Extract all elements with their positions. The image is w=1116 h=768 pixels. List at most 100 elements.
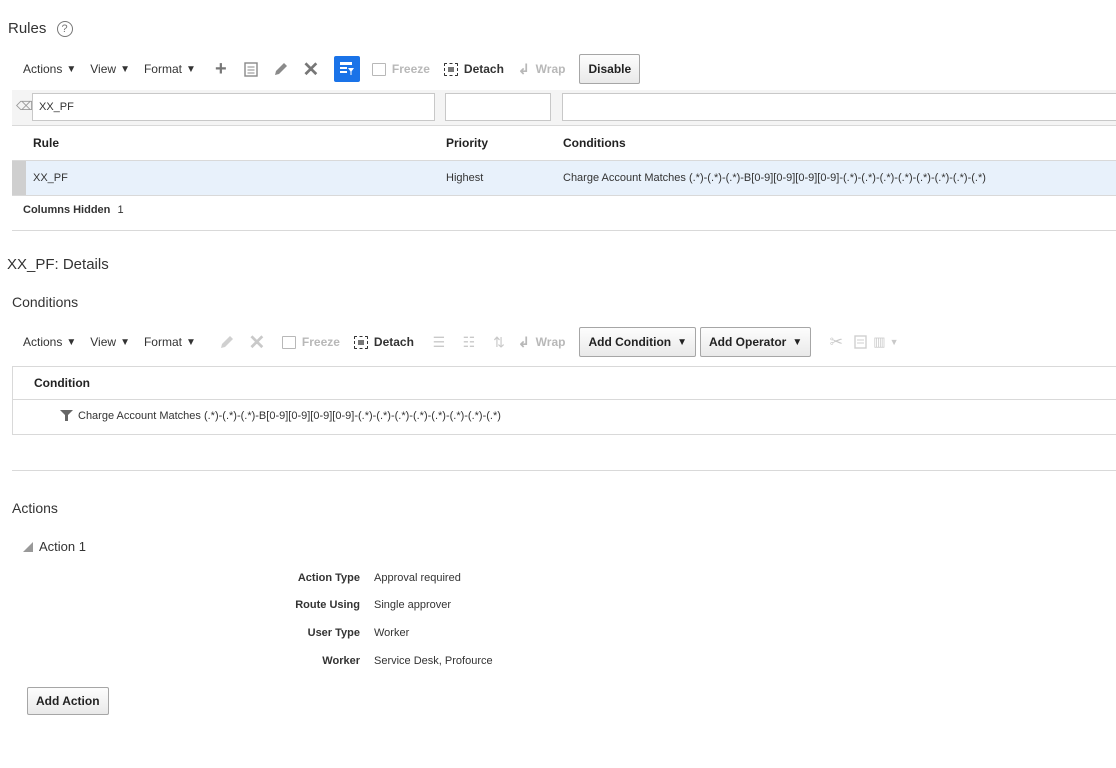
wrap-icon: ↲ <box>517 333 530 350</box>
route-using-value: Single approver <box>374 599 452 611</box>
table-border <box>12 366 13 435</box>
priority-column-header[interactable]: Priority <box>446 136 488 150</box>
indent-icon[interactable]: ☰ <box>428 331 450 353</box>
rule-column-header[interactable]: Rule <box>33 136 59 150</box>
detach-button[interactable]: Detach <box>353 335 414 349</box>
add-operator-label: Add Operator <box>709 335 787 349</box>
delete-icon[interactable]: ✕ <box>300 58 322 81</box>
divider <box>12 195 1116 196</box>
rules-title-text: Rules <box>8 20 47 37</box>
chevron-down-icon: ▼ <box>66 336 77 348</box>
wrap-button[interactable]: ↲ Wrap <box>518 334 566 351</box>
divider <box>12 399 1116 400</box>
freeze-label: Freeze <box>301 335 340 349</box>
divider <box>12 470 1116 471</box>
details-title: XX_PF: Details <box>7 256 109 273</box>
view-menu-label: View <box>90 335 117 349</box>
add-operator-button[interactable]: Add Operator ▼ <box>700 327 812 357</box>
action-1-label: Action 1 <box>39 539 86 554</box>
copy-icon[interactable] <box>849 331 871 353</box>
chevron-down-icon: ▼ <box>66 63 77 75</box>
add-action-button[interactable]: Add Action <box>27 687 109 715</box>
chevron-down-icon: ▼ <box>120 63 130 75</box>
actions-menu-label: Actions <box>23 62 63 76</box>
conditions-title: Conditions <box>12 294 79 310</box>
action-type-value: Approval required <box>374 572 461 584</box>
freeze-icon <box>281 335 296 349</box>
conditions-cell: Charge Account Matches (.*)-(.*)-(.*)-B[… <box>563 172 986 184</box>
view-menu[interactable]: View ▼ <box>90 335 130 349</box>
duplicate-icon[interactable] <box>240 58 262 80</box>
rule-filter-input[interactable]: XX_PF <box>32 93 435 121</box>
expand-collapse-icon[interactable]: ⇅ <box>488 331 510 353</box>
chevron-down-icon: ▼ <box>792 336 803 348</box>
divider <box>12 230 1116 231</box>
wrap-icon: ↲ <box>517 60 530 77</box>
priority-cell: Highest <box>446 172 484 184</box>
format-menu[interactable]: Format ▼ <box>144 62 196 76</box>
freeze-icon <box>371 62 386 76</box>
action-1-disclosure[interactable]: Action 1 <box>23 539 86 554</box>
divider <box>12 366 1116 367</box>
detach-label: Detach <box>463 62 504 76</box>
add-condition-button[interactable]: Add Condition ▼ <box>579 327 697 357</box>
actions-menu[interactable]: Actions ▼ <box>23 335 76 349</box>
actions-title: Actions <box>12 500 58 516</box>
tree-row[interactable]: Charge Account Matches (.*)-(.*)-(.*)-B[… <box>60 409 501 422</box>
view-menu[interactable]: View ▼ <box>90 62 130 76</box>
user-type-label: User Type <box>307 627 360 639</box>
actions-menu[interactable]: Actions ▼ <box>23 62 76 76</box>
rule-cell: XX_PF <box>33 172 68 184</box>
delete-icon[interactable]: ✕ <box>246 331 268 354</box>
freeze-button[interactable]: Freeze <box>281 335 340 349</box>
priority-filter-input[interactable] <box>445 93 551 121</box>
edit-pencil-icon[interactable] <box>216 331 238 353</box>
format-menu-label: Format <box>143 335 182 349</box>
chevron-down-icon: ▼ <box>677 336 688 348</box>
actions-menu-label: Actions <box>23 335 63 349</box>
divider <box>12 125 1116 126</box>
triangle-expanded-icon <box>23 541 33 552</box>
detach-icon <box>443 62 458 76</box>
chevron-down-icon: ▼ <box>185 336 196 348</box>
freeze-label: Freeze <box>391 62 430 76</box>
rules-title: Rules ? <box>8 20 73 37</box>
format-menu-label: Format <box>143 62 182 76</box>
columns-hidden-status: Columns Hidden 1 <box>23 204 124 216</box>
rules-toolbar: Actions ▼ View ▼ Format ▼ + ✕ Freeze Detach… <box>23 54 641 84</box>
detach-icon <box>353 335 368 349</box>
row-selection-marker <box>12 161 26 195</box>
cut-icon[interactable]: ✂ <box>825 331 847 353</box>
outdent-icon[interactable]: ☷ <box>458 331 480 353</box>
disable-button[interactable]: Disable <box>579 54 641 84</box>
columns-hidden-label: Columns Hidden <box>23 204 111 216</box>
detach-button[interactable]: Detach <box>443 62 504 76</box>
edit-pencil-icon[interactable] <box>270 58 292 80</box>
freeze-button[interactable]: Freeze <box>371 62 430 76</box>
conditions-toolbar: Actions ▼ View ▼ Format ▼ ✕ Freeze Detach ☰… <box>23 327 906 357</box>
format-menu[interactable]: Format ▼ <box>144 335 196 349</box>
conditions-column-header[interactable]: Conditions <box>563 136 626 150</box>
view-menu-label: View <box>90 62 117 76</box>
condition-column-header[interactable]: Condition <box>34 376 90 390</box>
columns-hidden-count: 1 <box>117 204 124 216</box>
filter-funnel-icon <box>60 409 73 422</box>
query-by-example-icon[interactable] <box>333 56 360 82</box>
add-condition-label: Add Condition <box>588 335 672 349</box>
chevron-down-icon: ▼ <box>120 336 130 348</box>
worker-value: Service Desk, Profource <box>374 655 493 667</box>
paste-icon[interactable]: ▥ ▼ <box>873 331 898 353</box>
help-icon[interactable]: ? <box>56 21 73 37</box>
conditions-filter-input[interactable] <box>562 93 1116 121</box>
wrap-label: Wrap <box>535 335 566 349</box>
route-using-label: Route Using <box>295 599 360 611</box>
wrap-label: Wrap <box>535 62 566 76</box>
worker-label: Worker <box>322 655 360 667</box>
wrap-button[interactable]: ↲ Wrap <box>518 61 566 78</box>
clear-filter-icon[interactable]: ⌫ <box>16 99 33 113</box>
chevron-down-icon: ▼ <box>185 63 196 75</box>
add-icon[interactable]: + <box>210 58 232 80</box>
user-type-value: Worker <box>374 627 410 639</box>
action-type-label: Action Type <box>297 572 360 584</box>
condition-cell: Charge Account Matches (.*)-(.*)-(.*)-B[… <box>78 409 501 422</box>
